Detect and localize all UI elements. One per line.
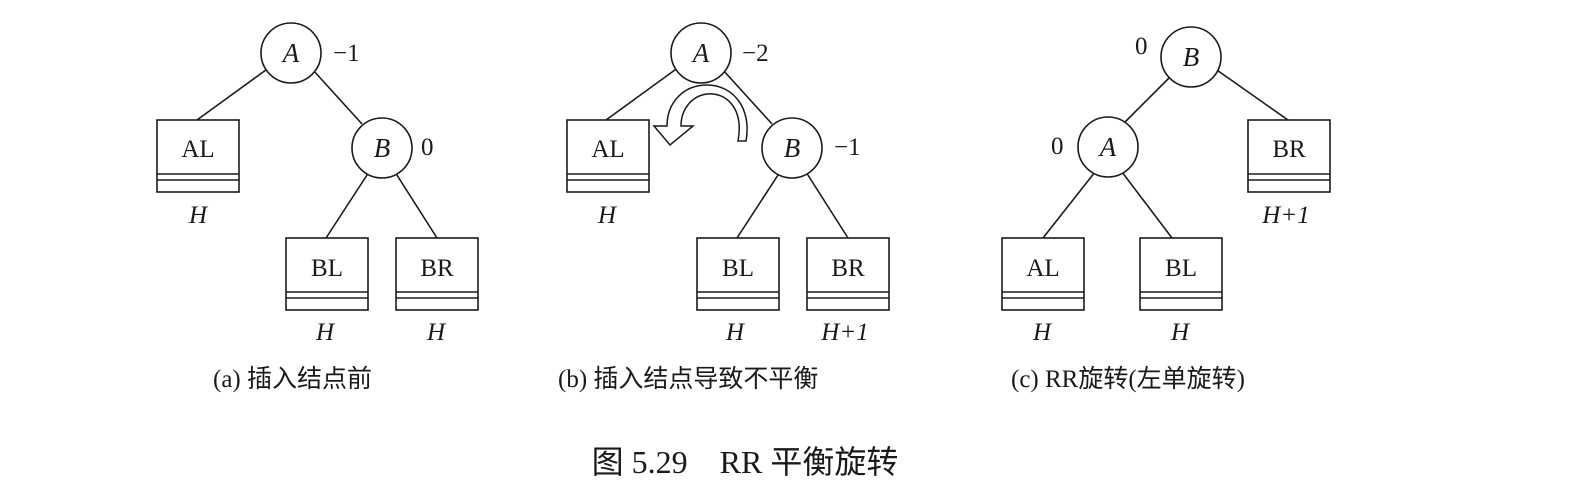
panel-b-caption: (b) 插入结点导致不平衡 (558, 365, 818, 393)
subtree-br-label: BR (1272, 136, 1306, 163)
panel-b: A −2 B −1 AL H BL H BR H+1 (b) 插入结点导致不平衡 (558, 22, 890, 393)
panel-c: B 0 A 0 BR H+1 AL H BL H (c) RR旋转(左单旋转) (1001, 26, 1331, 393)
node-b-balance-factor: 0 (1135, 33, 1148, 60)
edge-b-to-br (394, 171, 438, 239)
subtree-al-height: H (188, 202, 209, 229)
subtree-br-label: BR (420, 255, 454, 282)
node-b-balance-factor: −1 (834, 134, 861, 161)
rr-rotation-diagram: A −1 B 0 AL H BL H BR H (a) 插入结点前 A −2 B… (156, 22, 1331, 480)
panel-a: A −1 B 0 AL H BL H BR H (a) 插入结点前 (156, 22, 479, 393)
edge-b-to-bl (325, 171, 370, 239)
subtree-br-height: H (426, 319, 447, 346)
edge-b-to-br (1213, 67, 1289, 121)
panel-c-caption: (c) RR旋转(左单旋转) (1011, 365, 1245, 393)
subtree-al-label: AL (591, 136, 624, 163)
edge-b-to-bl (736, 171, 781, 239)
rotation-arrow-icon (652, 84, 748, 147)
node-b-label: B (374, 133, 391, 163)
edge-a-to-al (1042, 171, 1096, 239)
node-a-balance-factor: 0 (1051, 133, 1064, 160)
node-a-label: A (691, 38, 710, 68)
subtree-bl-height: H (1170, 319, 1191, 346)
subtree-al-label: AL (1026, 255, 1059, 282)
subtree-al-height: H (597, 202, 618, 229)
node-a-balance-factor: −2 (742, 40, 769, 67)
subtree-bl-label: BL (722, 255, 754, 282)
edge-a-to-al (605, 66, 680, 121)
edge-b-to-a (1122, 74, 1173, 125)
edge-a-to-al (196, 66, 271, 121)
edge-b-to-br (805, 171, 849, 239)
edge-a-to-bl (1121, 171, 1173, 239)
node-a-balance-factor: −1 (333, 40, 360, 67)
panel-a-caption: (a) 插入结点前 (213, 365, 372, 393)
node-a-label: A (1098, 132, 1117, 162)
node-b-balance-factor: 0 (421, 134, 434, 161)
subtree-al-label: AL (181, 136, 214, 163)
node-b-label: B (784, 133, 801, 163)
subtree-bl-label: BL (1165, 255, 1197, 282)
subtree-br-height: H+1 (820, 319, 868, 346)
node-a-label: A (281, 38, 300, 68)
subtree-br-height: H+1 (1261, 202, 1309, 229)
node-b-label: B (1183, 42, 1200, 72)
subtree-bl-height: H (725, 319, 746, 346)
subtree-bl-label: BL (311, 255, 343, 282)
subtree-al-height: H (1032, 319, 1053, 346)
figure-title: 图 5.29 RR 平衡旋转 (592, 444, 899, 480)
subtree-br-label: BR (831, 255, 865, 282)
subtree-bl-height: H (315, 319, 336, 346)
edge-a-to-b (312, 69, 363, 125)
